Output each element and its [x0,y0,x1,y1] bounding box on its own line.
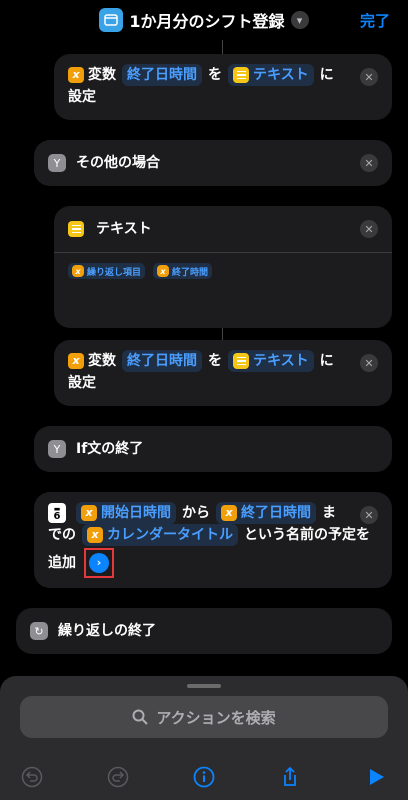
action-line2: 設定 [68,375,96,391]
connector-line [222,328,223,340]
calendar-title-token[interactable]: x カレンダータイトル [82,524,238,546]
action-line2: 設定 [68,89,96,105]
shortcut-title[interactable]: 1か月分のシフト登録 [129,8,284,32]
remove-action-button[interactable]: ✕ [360,68,378,86]
calendar-icon: ▬ 6 [48,503,66,523]
text-action[interactable]: テキスト x 繰り返し項目 x 終了時間 ✕ [54,206,392,328]
redo-button[interactable] [106,765,130,789]
otherwise-action[interactable]: Y その他の場合 ✕ [34,140,392,186]
info-icon [193,766,215,788]
highlight-box: › [84,548,114,578]
show-more-arrow-icon[interactable]: › [89,553,109,573]
play-icon [370,769,384,785]
share-icon [284,766,296,786]
chevron-down-icon[interactable]: ▾ [290,11,309,29]
end-time-token[interactable]: x 終了時間 [153,263,213,279]
end-repeat-action[interactable]: ↻ 繰り返しの終了 [16,608,392,654]
top-bar: 1か月分のシフト登録 ▾ 完了 [0,0,408,40]
done-button[interactable]: 完了 [360,10,390,31]
end-date-token[interactable]: x 終了日時間 [216,502,316,524]
redo-icon [107,766,129,788]
variable-icon: x [87,527,103,543]
remove-action-button[interactable]: ✕ [360,220,378,238]
editor-toolbar [0,762,408,792]
repeat-item-token[interactable]: x 繰り返し項目 [68,263,146,279]
set-variable-action[interactable]: x 変数 終了日時間 を テキスト に 設定 ✕ [54,340,392,406]
search-actions-field[interactable]: アクションを検索 [20,696,388,738]
text-icon [233,353,249,369]
variable-icon: x [157,265,170,277]
action-search-sheet[interactable]: アクションを検索 [0,676,408,800]
info-button[interactable] [192,765,216,789]
add-calendar-event-action[interactable]: ▬ 6 x 開始日時間 から x 終了日時間 ま での x カレンダータイトル という名… [34,492,392,588]
variable-icon: x [221,505,237,521]
shortcut-app-icon [99,8,124,32]
start-date-token[interactable]: x 開始日時間 [76,502,176,524]
branch-icon: Y [48,154,66,172]
variable-icon: x [81,505,97,521]
undo-icon [21,766,43,788]
run-button[interactable] [364,765,388,789]
sheet-grabber[interactable] [187,684,221,688]
share-button[interactable] [278,765,302,789]
variable-icon: x [72,265,84,277]
text-icon [233,67,249,83]
variable-icon: x [68,67,84,83]
text-variable-token[interactable]: テキスト [228,64,314,86]
end-if-action[interactable]: Y If文の終了 [34,426,392,472]
text-icon [68,221,84,237]
remove-action-button[interactable]: ✕ [360,354,378,372]
connector-line [222,40,223,54]
branch-icon: Y [48,440,66,458]
search-icon [132,709,149,725]
text-body[interactable]: x 繰り返し項目 x 終了時間 [54,253,392,289]
remove-action-button[interactable]: ✕ [360,506,378,524]
remove-action-button[interactable]: ✕ [360,154,378,172]
workflow-canvas[interactable]: x 変数 終了日時間 を テキスト に 設定 ✕ Y その他の場合 ✕ テキスト… [0,40,408,680]
set-variable-action[interactable]: x 変数 終了日時間 を テキスト に 設定 ✕ [54,54,392,120]
variable-icon: x [68,353,84,369]
repeat-icon: ↻ [30,622,48,640]
variable-name-token[interactable]: 終了日時間 [122,64,202,86]
undo-button[interactable] [20,765,44,789]
variable-name-token[interactable]: 終了日時間 [122,350,202,372]
text-variable-token[interactable]: テキスト [228,350,314,372]
